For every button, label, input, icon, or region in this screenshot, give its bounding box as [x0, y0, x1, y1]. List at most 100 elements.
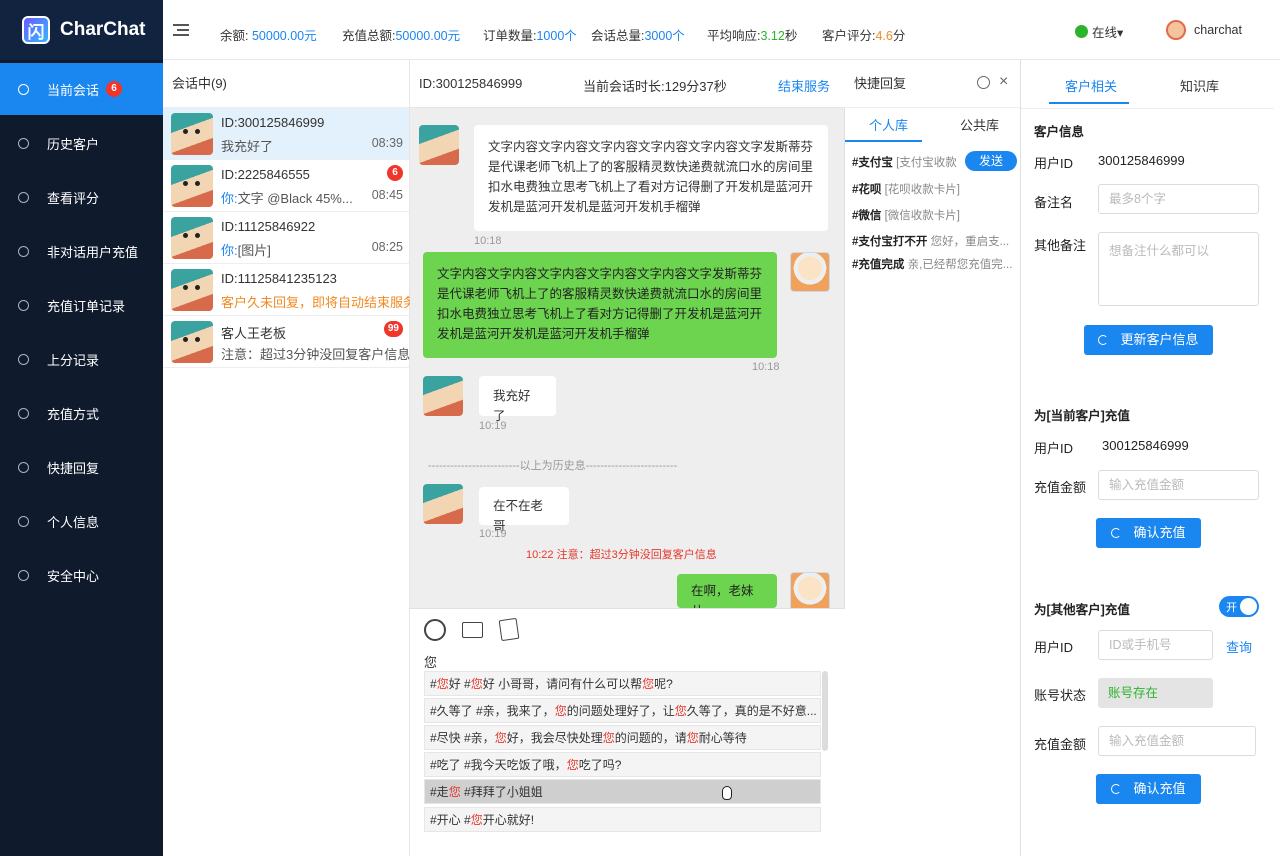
quick-reply-item[interactable]: #花呗 [花呗收款卡片]: [852, 181, 1017, 197]
tab-public[interactable]: 公共库: [960, 115, 999, 134]
sidebar-item-offline-recharge[interactable]: 非对话用户充值: [0, 225, 163, 277]
quick-reply-suggestion[interactable]: #您好 #您好 小哥哥，请问有什么可以帮您呢?: [424, 671, 821, 696]
quick-reply-panel: 快捷回复 × 个人库 公共库 #支付宝 [支付宝收款 发送 #花呗 [花呗收款卡…: [845, 60, 1021, 856]
rating-label: 客户评分:: [822, 29, 876, 43]
sidebar: 闪 CharChat 当前会话 6 历史客户 查看评分 非对话用户充值 充值订单…: [0, 0, 163, 856]
quick-reply-suggestion[interactable]: #吃了 #我今天吃饭了哦，您吃了吗?: [424, 752, 821, 777]
session-id: ID:11125841235123: [221, 271, 337, 286]
qr-text: 好，我会尽快处理: [506, 731, 603, 745]
sidebar-item-ratings[interactable]: 查看评分: [0, 171, 163, 223]
qr-highlight: 您: [674, 704, 687, 718]
folder-icon[interactable]: [462, 622, 483, 638]
hand-cursor-icon: [722, 786, 732, 800]
amount-input[interactable]: 输入充值金额: [1098, 726, 1256, 756]
gauge-icon: [18, 515, 29, 527]
chat-panel: ID:300125846999 当前会话时长:129分37秒 结束服务 文字内容…: [410, 60, 845, 856]
quick-reply-suggestion[interactable]: #开心 #您开心就好!: [424, 807, 821, 832]
user-menu[interactable]: charchat: [1166, 20, 1242, 40]
menu-toggle-icon[interactable]: [173, 24, 189, 36]
sidebar-item-quick-reply[interactable]: 快捷回复: [0, 441, 163, 493]
gear-icon[interactable]: [977, 76, 990, 89]
refresh-icon: [1098, 335, 1109, 345]
user-id-label: 用户ID: [1034, 156, 1074, 171]
note-icon[interactable]: [498, 617, 520, 642]
agent-avatar: [790, 252, 830, 292]
message-time: 10:19: [479, 528, 507, 540]
other-recharge-title: 为[其他客户]充值: [1034, 603, 1130, 617]
sidebar-item-current-sessions[interactable]: 当前会话 6: [0, 63, 163, 115]
qr-text: 的问题处理好了，让: [566, 704, 675, 718]
quick-reply-item[interactable]: #微信 [微信收款卡片]: [852, 207, 1017, 223]
orders-stat: 订单数量:1000个: [483, 25, 577, 44]
message-prefix: 你:: [221, 191, 238, 206]
avatar: [171, 165, 213, 207]
end-service-button[interactable]: 结束服务: [778, 76, 830, 95]
session-item[interactable]: ID:2225846555 6 你:文字 @Black 45%... 08:45: [163, 160, 409, 212]
quick-reply-item[interactable]: #支付宝 [支付宝收款: [852, 154, 970, 170]
username: charchat: [1194, 23, 1242, 37]
qr-text: 呢?: [654, 677, 673, 691]
quick-reply-suggestion[interactable]: #久等了 #亲，我来了，您的问题处理好了，让您久等了，真的是不好意...: [424, 698, 821, 723]
quick-reply-item[interactable]: #支付宝打不开 您好，重启支...: [852, 233, 1017, 249]
qr-text: #走: [430, 785, 449, 799]
qr-text: #尽快 #亲，: [430, 731, 495, 745]
app-name: CharChat: [60, 19, 146, 40]
response-label: 平均响应:: [707, 29, 761, 43]
sidebar-item-profile[interactable]: 个人信息: [0, 495, 163, 547]
close-icon[interactable]: ×: [999, 73, 1008, 91]
session-item[interactable]: ID:11125841235123 客户久未回复，即将自动结束服务: [163, 264, 416, 316]
rating-stat: 客户评分:4.6分: [822, 25, 905, 44]
user-id-label: 用户ID: [1034, 441, 1074, 456]
session-time: 08:39: [371, 136, 403, 150]
message-prefix: 你:: [221, 243, 238, 258]
tab-knowledge-base[interactable]: 知识库: [1180, 76, 1219, 95]
online-status-dropdown[interactable]: 在线▾: [1075, 22, 1123, 41]
session-last-message: 客户久未回复，即将自动结束服务: [221, 295, 417, 310]
confirm-recharge-button[interactable]: 确认充值: [1096, 518, 1201, 548]
tab-customer[interactable]: 客户相关: [1065, 76, 1117, 95]
scrollbar[interactable]: [822, 671, 828, 751]
sidebar-item-score-records[interactable]: 上分记录: [0, 333, 163, 385]
avatar: [171, 321, 213, 363]
user-id-value: 300125846999: [1098, 153, 1185, 168]
send-button[interactable]: 发送: [965, 151, 1017, 171]
message-input[interactable]: 您: [424, 652, 437, 671]
confirm-recharge-button[interactable]: 确认充值: [1096, 774, 1201, 804]
other-remark-input[interactable]: 想备注什么都可以: [1098, 232, 1259, 306]
qr-text: 的问题的，请: [614, 731, 687, 745]
qr-highlight: 您: [686, 731, 699, 745]
session-item[interactable]: 客人王老板 99 注意：超过3分钟没回复客户信息: [163, 316, 410, 368]
qr-key: #充值完成: [852, 259, 905, 271]
message-bubble: 文字内容文字内容文字内容文字内容文字内容文字发斯蒂芬是代课老师飞机上了的客服精灵…: [423, 252, 777, 358]
sidebar-item-history[interactable]: 历史客户: [0, 117, 163, 169]
sidebar-item-security[interactable]: 安全中心: [0, 549, 163, 601]
session-item[interactable]: ID:300125846999 我充好了 08:39: [163, 108, 409, 160]
sidebar-item-payment-methods[interactable]: 充值方式: [0, 387, 163, 439]
qr-desc: 您好，重启支...: [930, 236, 1010, 248]
message-bubble: 我充好了: [479, 376, 556, 423]
quick-reply-item[interactable]: #充值完成 亲,已经帮您充值完...: [852, 256, 1017, 272]
query-button[interactable]: 查询: [1226, 637, 1252, 656]
tab-personal[interactable]: 个人库: [869, 115, 908, 134]
update-customer-button[interactable]: 更新客户信息: [1084, 325, 1213, 355]
balance-value: 50000.00元: [251, 29, 317, 43]
sidebar-item-label: 上分记录: [47, 352, 100, 368]
recharge-toggle[interactable]: 开: [1219, 596, 1259, 617]
session-item[interactable]: ID:11125846922 你:[图片] 08:25: [163, 212, 409, 264]
quick-reply-suggestion[interactable]: #走您 #拜拜了小姐姐: [424, 779, 821, 804]
amount-input[interactable]: 输入充值金额: [1098, 470, 1259, 500]
session-id: ID:300125846999: [221, 115, 325, 130]
customer-avatar: [423, 484, 463, 524]
message-time: 10:18: [474, 235, 502, 247]
toggle-knob: [1240, 598, 1257, 615]
qr-highlight: 您: [642, 677, 655, 691]
user-id-label: 用户ID: [1034, 640, 1074, 655]
sidebar-item-orders[interactable]: 充值订单记录: [0, 279, 163, 331]
remark-input[interactable]: 最多8个字: [1098, 184, 1259, 214]
gauge-icon: [18, 137, 29, 149]
quick-reply-suggestion[interactable]: #尽快 #亲，您好，我会尽快处理您的问题的，请您耐心等待: [424, 725, 821, 750]
emoji-icon[interactable]: [424, 619, 446, 641]
message-text: 文字 @Black 45%...: [237, 191, 353, 206]
user-id-value: 300125846999: [1102, 438, 1189, 453]
other-user-id-input[interactable]: ID或手机号: [1098, 630, 1213, 660]
